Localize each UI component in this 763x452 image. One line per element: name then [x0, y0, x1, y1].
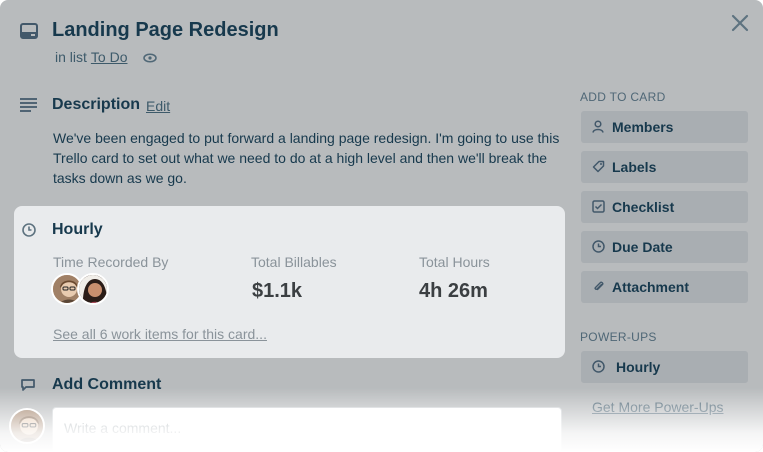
hourly-power-up-button[interactable]: Hourly	[581, 351, 748, 383]
hourly-power-up-label: Hourly	[616, 359, 661, 375]
comment-icon	[20, 378, 36, 392]
description-heading: Description	[52, 96, 141, 113]
clock-icon	[592, 360, 605, 373]
list-link[interactable]: To Do	[91, 49, 128, 65]
attachment-label: Attachment	[612, 279, 690, 295]
avatar	[9, 408, 45, 444]
add-to-card-heading: ADD TO CARD	[580, 90, 666, 104]
attachment-button[interactable]: Attachment	[581, 271, 748, 303]
members-button[interactable]: Members	[581, 111, 748, 143]
total-hours-value: 4h 26m	[419, 280, 488, 302]
paperclip-icon	[592, 280, 605, 293]
checklist-label: Checklist	[612, 199, 675, 215]
total-billables-value: $1.1k	[252, 280, 303, 302]
total-billables-label: Total Billables	[251, 254, 337, 270]
get-more-power-ups-link[interactable]: Get More Power-Ups	[592, 399, 723, 415]
clock-icon	[592, 240, 605, 253]
card-icon	[20, 23, 38, 39]
in-list-prefix: in list	[55, 49, 87, 65]
in-list-info: in list To Do	[55, 49, 158, 65]
edit-description-link[interactable]: Edit	[146, 98, 170, 114]
avatar[interactable]	[77, 273, 109, 305]
see-all-work-items-link[interactable]: See all 6 work items for this card...	[53, 326, 267, 342]
tag-icon	[592, 160, 605, 173]
labels-button[interactable]: Labels	[581, 151, 748, 183]
due-date-label: Due Date	[612, 239, 673, 255]
description-text[interactable]: We've been engaged to put forward a land…	[53, 128, 563, 188]
description-icon	[20, 98, 37, 112]
hourly-heading: Hourly	[52, 221, 103, 238]
card-title[interactable]: Landing Page Redesign	[52, 19, 279, 42]
checklist-button[interactable]: Checklist	[581, 191, 748, 223]
time-recorded-label: Time Recorded By	[53, 254, 169, 270]
close-icon[interactable]	[729, 12, 751, 34]
person-icon	[592, 120, 604, 133]
eye-icon[interactable]	[143, 53, 158, 63]
labels-label: Labels	[612, 159, 657, 175]
due-date-button[interactable]: Due Date	[581, 231, 748, 263]
checkbox-icon	[592, 200, 605, 213]
comment-input[interactable]	[52, 407, 562, 452]
members-label: Members	[612, 119, 674, 135]
card-detail-window: Landing Page Redesign in list To Do Descr…	[0, 0, 763, 452]
total-hours-label: Total Hours	[419, 254, 490, 270]
power-ups-heading: POWER-UPS	[580, 330, 657, 344]
add-comment-heading: Add Comment	[52, 376, 162, 393]
clock-icon	[22, 223, 36, 237]
